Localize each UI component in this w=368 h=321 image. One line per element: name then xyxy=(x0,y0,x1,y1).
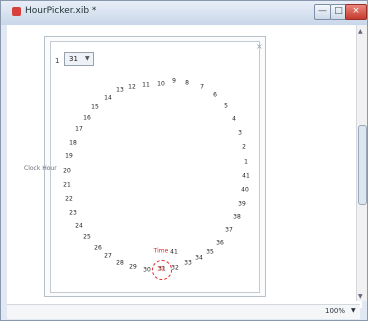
panel-close-icon[interactable]: × xyxy=(256,42,263,51)
clock-number[interactable]: 37 xyxy=(225,227,233,234)
clock-number[interactable]: 20 xyxy=(63,168,71,175)
clock-number[interactable]: 33 xyxy=(184,260,192,267)
clock-number[interactable]: 36 xyxy=(216,240,224,247)
clock-number[interactable]: 17 xyxy=(75,126,83,133)
scroll-up-icon[interactable]: ▲ xyxy=(358,28,363,35)
clock-number[interactable]: 16 xyxy=(83,115,91,122)
dropdown-arrow-icon[interactable]: ▼ xyxy=(85,55,90,62)
clock-number[interactable]: 24 xyxy=(75,223,83,230)
scrollbar-thumb[interactable] xyxy=(358,125,367,205)
clock-number[interactable]: 19 xyxy=(65,153,73,160)
selected-time-label: Time xyxy=(153,247,169,255)
clock-number[interactable]: 41 xyxy=(242,173,250,180)
clock-number[interactable]: 8 xyxy=(185,80,189,87)
clock-number[interactable]: 29 xyxy=(129,264,137,271)
clock-number[interactable]: 18 xyxy=(69,140,77,147)
clock-number[interactable]: 41 xyxy=(170,249,178,256)
status-bar xyxy=(7,304,360,319)
clock-number[interactable]: 11 xyxy=(142,82,150,89)
clock-number[interactable]: 13 xyxy=(116,87,124,94)
clock-number[interactable]: 7 xyxy=(200,84,204,91)
clock-hour-label: Clock Hour xyxy=(24,165,57,172)
close-button[interactable]: × xyxy=(345,4,367,20)
clock-number[interactable]: 27 xyxy=(104,253,112,260)
clock-number[interactable]: 1 xyxy=(244,159,248,166)
clock-number[interactable]: 14 xyxy=(104,95,112,102)
clock-number[interactable]: 5 xyxy=(224,103,228,110)
window-title: HourPicker.xib * xyxy=(25,6,97,16)
clock-number[interactable]: 2 xyxy=(242,144,246,151)
clock-number[interactable]: 21 xyxy=(63,182,71,189)
zoom-level[interactable]: 100% xyxy=(325,307,345,315)
clock-number[interactable]: 39 xyxy=(238,201,246,208)
clock-number[interactable]: 38 xyxy=(233,214,241,221)
clock-number[interactable]: 40 xyxy=(241,187,249,194)
scroll-down-icon[interactable]: ▼ xyxy=(358,293,363,300)
title-bar[interactable]: HourPicker.xib * — □ × xyxy=(1,1,367,25)
selected-hour-number[interactable]: 31 xyxy=(157,266,165,273)
app-icon xyxy=(12,7,21,16)
clock-number[interactable]: 28 xyxy=(116,260,124,267)
minimize-button[interactable]: — xyxy=(314,4,331,20)
clock-number[interactable]: 30 xyxy=(143,267,151,274)
clock-number[interactable]: 25 xyxy=(83,234,91,241)
zoom-dropdown-icon[interactable]: ▼ xyxy=(351,307,356,314)
clock-panel xyxy=(50,41,260,293)
clock-number[interactable]: 26 xyxy=(94,245,102,252)
application-window: HourPicker.xib * — □ × × Clock Hour 1 31… xyxy=(0,0,368,321)
clock-number[interactable]: 6 xyxy=(213,92,217,99)
clock-number[interactable]: 34 xyxy=(195,255,203,262)
clock-number[interactable]: 23 xyxy=(69,210,77,217)
clock-number[interactable]: 3 xyxy=(238,130,242,137)
clock-number[interactable]: 4 xyxy=(232,116,236,123)
clock-number[interactable]: 9 xyxy=(172,78,176,85)
hour-combobox[interactable]: 31 ▼ xyxy=(64,52,94,66)
clock-number[interactable]: 12 xyxy=(128,84,136,91)
hour-combobox-value: 31 xyxy=(69,55,78,63)
clock-number[interactable]: 15 xyxy=(91,104,99,111)
clock-number[interactable]: 10 xyxy=(157,81,165,88)
clock-number[interactable]: 32 xyxy=(171,265,179,272)
hour-prefix: 1 xyxy=(55,57,60,65)
clock-number[interactable]: 35 xyxy=(206,249,214,256)
clock-number[interactable]: 22 xyxy=(65,196,73,203)
